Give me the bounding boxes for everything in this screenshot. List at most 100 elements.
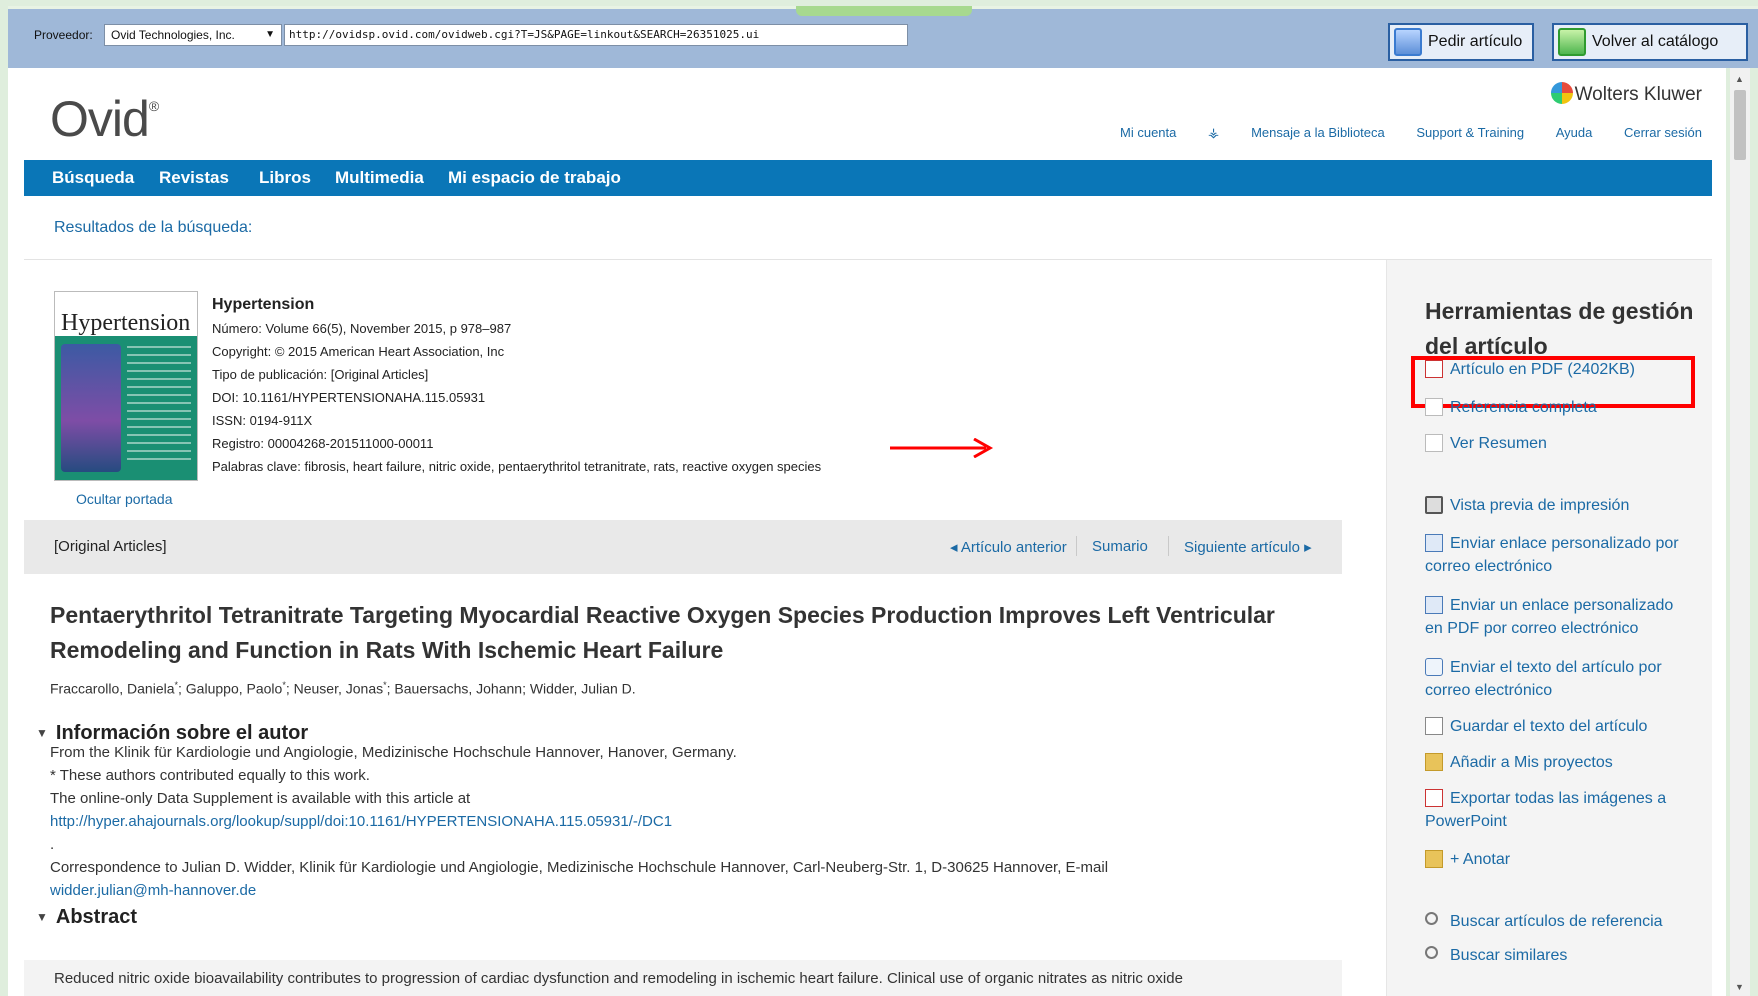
main-window: Ovid® Wolters Kluwer Mi cuenta ⚶ Mensaje … — [8, 68, 1726, 996]
tool-item[interactable]: Guardar el texto del artículo — [1425, 715, 1695, 738]
previous-article-link[interactable]: ◂ Artículo anterior — [950, 538, 1067, 556]
affiliation: From the Klinik für Kardiologie und Angi… — [50, 744, 737, 761]
scroll-thumb[interactable] — [1734, 90, 1746, 160]
link-my-account[interactable]: Mi cuenta — [1120, 125, 1176, 140]
tool-label: + Anotar — [1450, 851, 1511, 868]
copyright: Copyright: © 2015 American Heart Associa… — [212, 344, 505, 359]
tool-label: Buscar similares — [1450, 947, 1568, 964]
ovid-logo[interactable]: Ovid® — [50, 90, 159, 148]
hide-cover-link[interactable]: Ocultar portada — [76, 491, 173, 507]
scroll-down-icon[interactable]: ▼ — [1735, 982, 1744, 992]
tool-label: Buscar artículos de referencia — [1450, 913, 1663, 930]
tool-item[interactable]: Enviar un enlace personalizado en PDF po… — [1425, 594, 1695, 640]
collapse-caret-icon: ▼ — [36, 726, 48, 740]
tool-item[interactable]: Buscar similares — [1425, 944, 1695, 967]
tool-item[interactable]: + Anotar — [1425, 848, 1695, 871]
author-mark: * — [174, 680, 179, 690]
vertical-scrollbar[interactable]: ▲ ▼ — [1730, 68, 1750, 996]
main-nav: Búsqueda Revistas Libros Multimedia Mi e… — [24, 160, 1712, 196]
red-arrow-annotation — [890, 438, 994, 458]
article-title: Pentaerythritol Tetranitrate Targeting M… — [50, 602, 1275, 663]
article-tools-sidebar: Herramientas de gestión del artículo Art… — [1386, 260, 1712, 996]
issue-number: Número: Volume 66(5), November 2015, p 9… — [212, 321, 512, 336]
email-link[interactable]: widder.julian@mh-hannover.de — [50, 879, 1350, 902]
powerpoint-icon — [1425, 789, 1443, 807]
page-icon — [1425, 434, 1443, 452]
author-name: Widder, Julian D. — [529, 680, 636, 697]
nav-separator — [1076, 536, 1077, 556]
author-mark: * — [383, 680, 387, 690]
separator-dot: . — [50, 836, 55, 853]
next-article-link[interactable]: Siguiente artículo ▸ — [1184, 538, 1312, 556]
dropdown-arrow-icon: ▼ — [265, 29, 275, 40]
annotate-icon — [1425, 850, 1443, 868]
tool-item[interactable]: Exportar todas las imágenes a PowerPoint — [1425, 787, 1695, 833]
email-link-icon — [1425, 534, 1443, 552]
brand-name: Wolters Kluwer — [1574, 84, 1702, 106]
tool-item[interactable]: Ver Resumen — [1425, 432, 1695, 455]
printer-icon — [1425, 496, 1443, 514]
pdf-icon — [1425, 360, 1443, 378]
author-mark: * — [282, 680, 286, 690]
tool-label: Exportar todas las imágenes a PowerPoint — [1425, 790, 1667, 830]
nav-multimedia[interactable]: Multimedia — [335, 160, 424, 196]
nav-books[interactable]: Libros — [259, 160, 311, 196]
abstract-toggle[interactable]: ▼ Abstract — [36, 906, 137, 929]
supplement-note: The online-only Data Supplement is avail… — [50, 790, 471, 807]
tool-label: Referencia completa — [1450, 399, 1597, 416]
tool-item[interactable]: Añadir a Mis proyectos — [1425, 751, 1695, 774]
url-field[interactable]: http://ovidsp.ovid.com/ovidweb.cgi?T=JS&… — [284, 24, 908, 46]
save-icon — [1425, 717, 1443, 735]
abstract-text: Reduced nitric oxide bioavailability con… — [54, 970, 1183, 987]
journal-cover-image: Hypertension — [54, 291, 198, 481]
provider-label: Proveedor: — [34, 28, 93, 42]
scroll-up-icon[interactable]: ▲ — [1735, 74, 1744, 84]
tools-title: Herramientas de gestión del artículo — [1425, 298, 1694, 359]
provider-select[interactable]: Ovid Technologies, Inc. ▼ — [104, 24, 282, 46]
tool-label: Añadir a Mis proyectos — [1450, 754, 1613, 771]
author-name: Galuppo, Paolo — [185, 680, 283, 697]
doi: DOI: 10.1161/HYPERTENSIONAHA.115.05931 — [212, 390, 486, 405]
tool-label: Artículo en PDF (2402KB) — [1450, 361, 1635, 378]
email-text-icon — [1425, 658, 1443, 676]
tool-item[interactable]: Vista previa de impresión — [1425, 494, 1695, 517]
window-tab-nub — [796, 6, 972, 16]
email-pdf-icon — [1425, 596, 1443, 614]
author-name: Neuser, Jonas — [293, 680, 384, 697]
link-logout[interactable]: Cerrar sesión — [1624, 125, 1702, 140]
tool-item[interactable]: Referencia completa — [1425, 396, 1695, 419]
link-support-training[interactable]: Support & Training — [1416, 125, 1524, 140]
link-help[interactable]: Ayuda — [1556, 125, 1593, 140]
supplement-link[interactable]: http://hyper.ahajournals.org/lookup/supp… — [50, 810, 1350, 833]
tool-item[interactable]: Artículo en PDF (2402KB) — [1425, 358, 1695, 381]
tool-item[interactable]: Enviar el texto del artículo por correo … — [1425, 656, 1695, 702]
document-icon — [1425, 398, 1443, 416]
tool-label: Enviar enlace personalizado por correo e… — [1425, 535, 1679, 575]
author-name: Bauersachs, Johann — [394, 680, 523, 697]
order-icon — [1394, 28, 1422, 56]
order-article-button[interactable]: Pedir artículo — [1388, 23, 1534, 61]
article-metadata: Hypertension Número: Volume 66(5), Novem… — [212, 293, 821, 478]
search-similar-icon — [1425, 946, 1438, 959]
author-name: Fraccarollo, Daniela — [50, 680, 175, 697]
table-of-contents-link[interactable]: Sumario — [1092, 538, 1148, 555]
abstract-heading: Abstract — [55, 906, 138, 928]
library-message-icon: ⚶ — [1208, 125, 1220, 140]
order-article-label: Pedir artículo — [1428, 33, 1523, 50]
nav-search[interactable]: Búsqueda — [52, 160, 134, 196]
nav-journals[interactable]: Revistas — [159, 160, 229, 196]
back-to-catalog-button[interactable]: Volver al catálogo — [1552, 23, 1748, 61]
collapse-caret-icon: ▼ — [36, 910, 48, 924]
publication-type: Tipo de publicación: [Original Articles] — [212, 367, 429, 382]
author-list: Fraccarollo, Daniela*; Galuppo, Paolo*; … — [50, 680, 636, 697]
provider-value: Ovid Technologies, Inc. — [111, 28, 235, 42]
tool-item[interactable]: Buscar artículos de referencia — [1425, 910, 1695, 933]
nav-workspace[interactable]: Mi espacio de trabajo — [448, 160, 621, 196]
breadcrumb-search-results[interactable]: Resultados de la búsqueda: — [54, 219, 252, 237]
wolters-kluwer-logo-icon — [1550, 82, 1573, 104]
tool-item[interactable]: Enviar enlace personalizado por correo e… — [1425, 532, 1695, 578]
search-icon — [1425, 912, 1438, 925]
link-library-message[interactable]: ⚶ Mensaje a la Biblioteca — [1208, 125, 1385, 140]
tool-label: Enviar el texto del artículo por correo … — [1425, 659, 1662, 699]
tool-label: Enviar un enlace personalizado en PDF po… — [1425, 597, 1674, 637]
